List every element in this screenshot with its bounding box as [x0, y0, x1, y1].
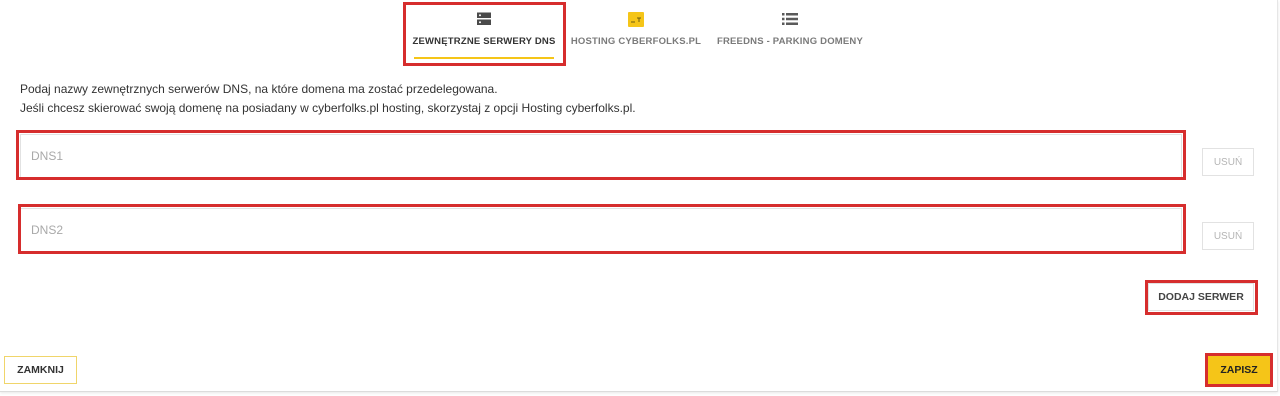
active-tab-underline [414, 57, 554, 59]
description-line-2: Jeśli chcesz skierować swoją domenę na p… [20, 101, 636, 115]
tab-label: HOSTING CYBERFOLKS.PL [570, 36, 702, 47]
dns-settings-panel: ZEWNĘTRZNE SERWERY DNS HOSTING CYBERFOLK… [0, 0, 1278, 392]
close-button[interactable]: ZAMKNIJ [4, 356, 77, 384]
dns2-input[interactable] [20, 208, 1182, 252]
tab-external-dns[interactable]: ZEWNĘTRZNE SERWERY DNS [406, 0, 562, 66]
tab-freedns-parking[interactable]: FREEDNS - PARKING DOMENY [712, 0, 868, 66]
tab-label: FREEDNS - PARKING DOMENY [716, 36, 864, 47]
list-icon [782, 11, 798, 27]
tab-hosting-cyberfolks[interactable]: HOSTING CYBERFOLKS.PL [566, 0, 706, 66]
save-button[interactable]: ZAPISZ [1208, 356, 1270, 384]
server-icon [476, 11, 492, 27]
add-server-button[interactable]: DODAJ SERWER [1148, 283, 1254, 311]
cyberfolks-logo-icon [628, 11, 644, 27]
description-line-1: Podaj nazwy zewnętrznych serwerów DNS, n… [20, 82, 498, 96]
dns1-input[interactable] [20, 134, 1182, 178]
remove-dns1-button[interactable]: USUŃ [1202, 148, 1254, 176]
remove-dns2-button[interactable]: USUŃ [1202, 222, 1254, 250]
tab-label: ZEWNĘTRZNE SERWERY DNS [412, 36, 556, 47]
dns-description: Podaj nazwy zewnętrznych serwerów DNS, n… [20, 80, 636, 118]
